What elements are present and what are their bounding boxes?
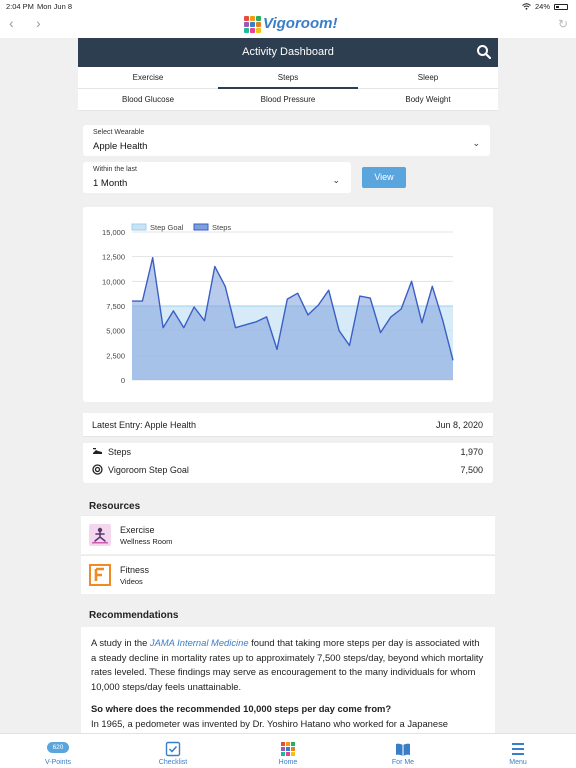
- status-right: 24%: [522, 2, 568, 11]
- entry-row-steps: Steps 1,970: [83, 443, 493, 461]
- status-time: 2:04 PM: [6, 2, 34, 11]
- latest-entry-date: Jun 8, 2020: [435, 420, 483, 430]
- entry-row-goal: Vigoroom Step Goal 7,500: [83, 461, 493, 483]
- nav-v-points-label: V-Points: [44, 759, 72, 766]
- entry-goal-label: Vigoroom Step Goal: [108, 465, 189, 475]
- recommendation-paragraph-1: A study in the JAMA Internal Medicine fo…: [91, 636, 485, 694]
- resource-fitness-subtitle: Videos: [120, 577, 143, 586]
- tabs-row-2: Blood Glucose Blood Pressure Body Weight: [78, 89, 498, 111]
- y-tick-label: 5,000: [106, 327, 125, 336]
- period-select[interactable]: Within the last 1 Month ⌄: [83, 162, 351, 193]
- chevron-down-icon: ⌄: [332, 175, 340, 185]
- tab-sleep[interactable]: Sleep: [358, 67, 498, 88]
- shoe-icon: [93, 448, 102, 454]
- forward-arrow-icon[interactable]: ›: [36, 15, 41, 31]
- recommendations-body: A study in the JAMA Internal Medicine fo…: [81, 627, 495, 742]
- battery-percent: 24%: [534, 2, 550, 11]
- y-tick-label: 10,000: [102, 277, 125, 286]
- tab-body-weight[interactable]: Body Weight: [358, 89, 498, 110]
- status-date: Mon Jun 8: [37, 2, 73, 11]
- resource-exercise-subtitle: Wellness Room: [120, 537, 173, 546]
- legend-swatch: [193, 223, 209, 231]
- wearable-select[interactable]: Select Wearable Apple Health ⌄: [83, 125, 490, 156]
- nav-menu[interactable]: Menu: [478, 734, 558, 768]
- resource-item-exercise[interactable]: Exercise Wellness Room: [81, 515, 495, 554]
- recommendations-title: Recommendations: [89, 610, 179, 621]
- y-tick-label: 12,500: [102, 253, 125, 262]
- y-tick-label: 15,000: [102, 228, 125, 237]
- app-header: Activity Dashboard: [78, 38, 498, 67]
- vigoroom-logo: Vigoroom!: [244, 15, 338, 33]
- tab-blood-glucose[interactable]: Blood Glucose: [78, 89, 218, 110]
- logo-mark-icon: [244, 15, 261, 33]
- browser-bar: ‹ › Vigoroom! ↻: [0, 12, 576, 38]
- view-button[interactable]: View: [362, 167, 406, 188]
- back-arrow-icon[interactable]: ‹: [9, 15, 14, 31]
- legend-swatch: [131, 223, 147, 231]
- legend-label: Step Goal: [150, 223, 184, 232]
- entry-steps-label: Steps: [108, 447, 132, 457]
- exercise-thumb-icon: [89, 524, 111, 546]
- y-tick-label: 2,500: [106, 351, 125, 360]
- bottom-nav: 620 V-Points Checklist Home For Me Menu: [0, 733, 576, 768]
- tab-blood-pressure[interactable]: Blood Pressure: [218, 89, 358, 110]
- rec-text-before: A study in the: [91, 637, 150, 648]
- page-title: Activity Dashboard: [242, 46, 334, 58]
- nav-checklist-label: Checklist: [158, 759, 188, 766]
- latest-entry-header: Latest Entry: Apple Health Jun 8, 2020: [83, 413, 493, 437]
- nav-checklist[interactable]: Checklist: [133, 734, 213, 768]
- latest-entry-title: Latest Entry: Apple Health: [92, 420, 197, 430]
- resource-item-fitness[interactable]: Fitness Videos: [81, 555, 495, 594]
- reload-icon[interactable]: ↻: [558, 17, 568, 31]
- y-tick-label: 7,500: [106, 302, 125, 311]
- target-icon: [92, 464, 103, 475]
- tab-exercise[interactable]: Exercise: [78, 67, 218, 88]
- search-icon[interactable]: [476, 44, 492, 60]
- nav-menu-label: Menu: [509, 759, 527, 766]
- nav-v-points[interactable]: 620 V-Points: [18, 734, 98, 768]
- jama-link[interactable]: JAMA Internal Medicine: [150, 637, 249, 648]
- tab-steps[interactable]: Steps: [218, 67, 358, 89]
- nav-for-me[interactable]: For Me: [363, 734, 443, 768]
- v-points-badge: 620: [47, 742, 69, 753]
- y-tick-label: 0: [121, 376, 125, 385]
- entry-goal-value: 7,500: [460, 465, 483, 475]
- checklist-icon: [165, 741, 181, 757]
- legend-label: Steps: [212, 223, 231, 232]
- nav-home-label: Home: [278, 759, 298, 766]
- logo-text: Vigoroom!: [263, 15, 338, 32]
- home-logo-icon: [281, 742, 295, 756]
- menu-icon: [512, 743, 524, 755]
- steps-chart-card: 0 2,500 5,000 7,500 10,000 12,500 15,000 Step G…: [83, 207, 493, 402]
- wearable-value: Apple Health: [93, 141, 148, 152]
- nav-for-me-label: For Me: [391, 759, 415, 766]
- recommendation-subheading: So where does the recommended 10,000 ste…: [91, 703, 392, 715]
- book-icon: [396, 743, 410, 756]
- battery-icon: [554, 3, 568, 10]
- resource-fitness-title: Fitness: [120, 565, 150, 575]
- wifi-icon: [522, 3, 531, 10]
- nav-home[interactable]: Home: [248, 734, 328, 768]
- fitness-thumb-icon: [89, 564, 111, 586]
- period-value: 1 Month: [93, 178, 128, 189]
- entry-steps-value: 1,970: [460, 447, 483, 457]
- resource-exercise-title: Exercise: [120, 525, 155, 535]
- resources-title: Resources: [89, 501, 141, 512]
- status-bar: 2:04 PM Mon Jun 8 24%: [0, 0, 576, 12]
- wearable-label: Select Wearable: [93, 129, 145, 136]
- period-label: Within the last: [93, 166, 137, 173]
- chevron-down-icon: ⌄: [472, 138, 480, 148]
- steps-chart: 0 2,500 5,000 7,500 10,000 12,500 15,000 Step G…: [102, 223, 454, 385]
- tabs-row-1: Exercise Steps Sleep: [78, 67, 498, 89]
